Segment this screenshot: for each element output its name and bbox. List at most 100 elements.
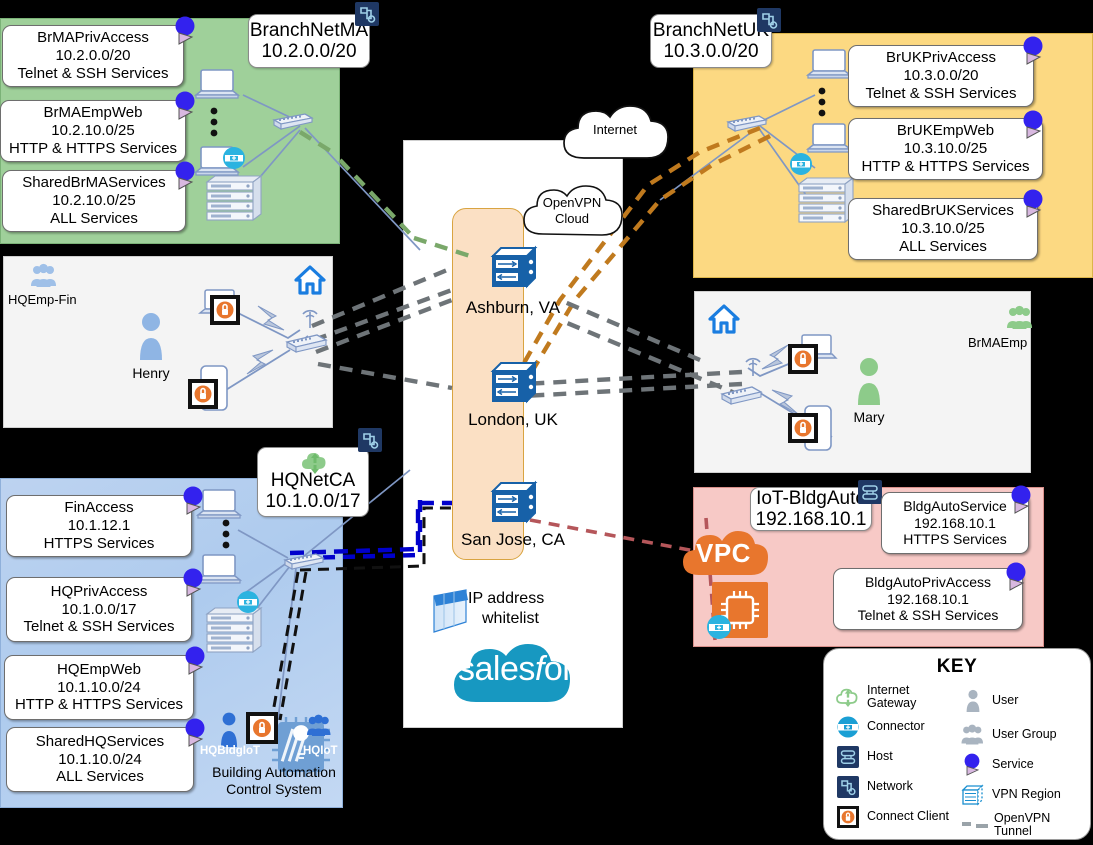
host-icon [858, 480, 882, 504]
openvpn-cloud-label-line1: OpenVPN [542, 195, 602, 210]
key-label: VPN Region [992, 787, 1061, 802]
key-item-connector: Connector [836, 712, 955, 742]
user-label-mary: Mary [853, 409, 885, 425]
service-protocols: Telnet & SSH Services [23, 618, 175, 636]
network-icon [355, 2, 379, 26]
service-cidr: 10.3.10.0/25 [903, 140, 988, 158]
service-name: SharedHQServices [35, 732, 165, 750]
service-protocols: HTTP & HTTPS Services [861, 157, 1030, 175]
service-card-hq-privaccess[interactable]: HQPrivAccess 10.1.0.0/17 Telnet & SSH Se… [6, 577, 192, 642]
router-icon [720, 386, 763, 405]
user-group-label-hqemp-fin: HQEmp-Fin [8, 292, 77, 307]
network-icon [757, 8, 781, 32]
vpn-region-label-ashburn: Ashburn, VA [465, 298, 561, 317]
network-cidr: 10.3.0.0/20 [663, 41, 759, 62]
key-label: User Group [992, 727, 1057, 742]
key-label: User [992, 693, 1019, 708]
vpn-region-icon [490, 245, 538, 289]
service-name: BldgAutoPrivAccess [864, 574, 992, 591]
ip-whitelist-label-line1: IP address [468, 590, 545, 607]
service-card-bldgauto-privaccess[interactable]: BldgAutoPrivAccess 192.168.10.1 Telnet &… [833, 568, 1023, 630]
network-name: BranchNetUK [652, 19, 770, 41]
connect-client-icon [836, 805, 860, 829]
key-item-vpn-region: VPN Region [961, 780, 1080, 810]
service-card-bldgauto-service[interactable]: BldgAutoService 192.168.10.1 HTTPS Servi… [881, 492, 1029, 554]
key-label: Network [867, 779, 913, 794]
bacs-left-label: HQBldgIoT [200, 745, 261, 757]
bacs-caption-line2: Control System [226, 781, 322, 797]
switch-icon [272, 113, 314, 130]
user-group-label-brmaemp: BrMAEmp [968, 335, 1028, 350]
router-icon [285, 334, 328, 353]
openvpn-tunnel-icon [961, 813, 991, 837]
vpn-region-icon [490, 360, 538, 404]
key-item-network: Network [836, 772, 955, 802]
service-name: BrMAEmpWeb [43, 104, 143, 122]
connect-client-icon [788, 344, 818, 374]
internet-cloud-label: Internet [592, 122, 638, 137]
service-protocols: HTTP & HTTPS Services [14, 696, 184, 714]
server-rack-icon [205, 174, 263, 222]
bacs-caption-line1: Building Automation [212, 764, 336, 780]
service-cidr: 10.2.0.0/20 [55, 47, 131, 65]
service-card-finaccess[interactable]: FinAccess 10.1.12.1 HTTPS Services [6, 495, 192, 557]
internet-gateway-icon [836, 685, 860, 709]
internet-gateway-icon [302, 453, 326, 474]
key-item-service: Service [961, 750, 1080, 780]
network-title-branchnet-ma[interactable]: BranchNetMA 10.2.0.0/20 [248, 14, 370, 68]
connector-icon [707, 615, 731, 639]
service-cidr: 10.2.10.0/25 [51, 122, 135, 140]
key-label: Host [867, 749, 893, 764]
network-title-branchnet-uk[interactable]: BranchNetUK 10.3.0.0/20 [650, 14, 772, 68]
service-cidr: 10.3.10.0/25 [901, 220, 985, 238]
service-card-brma-privaccess[interactable]: BrMAPrivAccess 10.2.0.0/20 Telnet & SSH … [2, 25, 184, 87]
key-column-right: User User Group Service VPN Region OpenV… [961, 682, 1080, 840]
network-icon [358, 428, 382, 452]
service-card-brma-empweb[interactable]: BrMAEmpWeb 10.2.10.0/25 HTTP & HTTPS Ser… [0, 100, 186, 162]
service-cidr: 10.1.10.0/24 [58, 750, 142, 768]
connect-client-icon [210, 295, 240, 325]
network-title-iot-bldgauto[interactable]: IoT-BldgAuto 192.168.10.1 [750, 487, 872, 531]
network-icon [836, 775, 860, 799]
vpn-region-icon [961, 783, 985, 807]
service-name: BrMAPrivAccess [37, 29, 149, 47]
ellipsis-dots [222, 519, 230, 549]
vpn-region-label-sanjose: San Jose, CA [461, 530, 565, 549]
key-label: Internet Gateway [867, 682, 917, 710]
service-name: BrUKPrivAccess [885, 49, 997, 67]
connector-icon [836, 715, 860, 739]
user-icon [961, 689, 985, 713]
service-name: SharedBrUKServices [872, 202, 1014, 220]
ip-whitelist-label-line2: whitelist [482, 610, 539, 627]
vpc-label: VPC [696, 538, 751, 568]
connector-icon [223, 147, 245, 169]
switch-icon [726, 115, 768, 132]
service-protocols: HTTPS Services [43, 534, 155, 552]
service-name: SharedBrMAServices [22, 174, 166, 192]
network-name: BranchNetMA [249, 19, 369, 41]
key-label: Connect Client [867, 809, 949, 824]
diagram-canvas: BrMAPrivAccess 10.2.0.0/20 Telnet & SSH … [0, 0, 1093, 845]
salesforce-text-a: sales [458, 650, 535, 688]
service-card-shared-bruk[interactable]: SharedBrUKServices 10.3.10.0/25 ALL Serv… [848, 198, 1038, 260]
key-item-host: Host [836, 742, 955, 772]
service-cidr: 10.1.10.0/24 [57, 678, 141, 696]
user-group-icon [1007, 305, 1032, 329]
home-icon [708, 304, 740, 334]
service-card-bruk-privaccess[interactable]: BrUKPrivAccess 10.3.0.0/20 Telnet & SSH … [848, 45, 1034, 107]
vpn-region-icon [490, 480, 538, 524]
service-card-shared-hq[interactable]: SharedHQServices 10.1.10.0/24 ALL Servic… [6, 727, 194, 792]
service-protocols: Telnet & SSH Services [865, 84, 1017, 102]
service-card-hq-empweb[interactable]: HQEmpWeb 10.1.10.0/24 HTTP & HTTPS Servi… [4, 655, 194, 720]
service-card-shared-brma[interactable]: SharedBrMAServices 10.2.10.0/25 ALL Serv… [2, 170, 186, 232]
service-card-bruk-empweb[interactable]: BrUKEmpWeb 10.3.10.0/25 HTTP & HTTPS Ser… [848, 118, 1043, 180]
connect-client-icon [246, 712, 278, 744]
service-cidr: 192.168.10.1 [887, 590, 969, 607]
connect-client-icon [788, 413, 818, 443]
salesforce-text-b: f [534, 650, 544, 688]
service-cidr: 10.1.0.0/17 [61, 600, 137, 618]
service-protocols: Telnet & SSH Services [857, 607, 999, 624]
bacs-right-label: HQIoT [303, 745, 338, 757]
key-item-user: User [961, 682, 1080, 720]
user-group-icon [307, 714, 331, 736]
